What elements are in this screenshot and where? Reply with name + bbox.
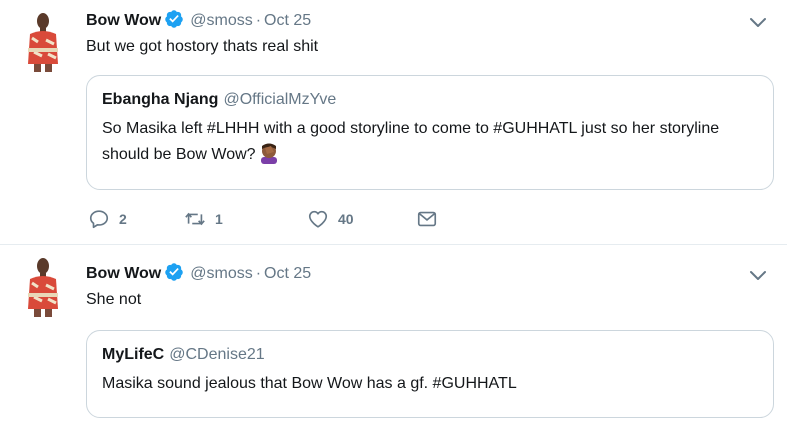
tweet[interactable]: Bow Wow @smoss · Oct 25 She not MyLifeC @CDe… — [0, 245, 787, 426]
retweet-button[interactable]: 1 — [184, 208, 223, 230]
separator-dot: · — [255, 12, 262, 29]
verified-badge-icon — [164, 9, 184, 29]
facepalm-emoji-icon — [258, 142, 280, 164]
tweet-date[interactable]: Oct 25 — [264, 12, 311, 29]
quoted-tweet-text: So Masika left #LHHH with a good storyli… — [102, 120, 720, 163]
tweet[interactable]: Bow Wow @smoss · Oct 25 But we got hostory … — [0, 0, 787, 245]
chevron-down-icon[interactable] — [747, 11, 769, 33]
tweet-actions: 2 1 40 — [88, 208, 488, 236]
retweet-count: 1 — [215, 211, 223, 227]
tweet-date[interactable]: Oct 25 — [264, 265, 311, 282]
user-handle[interactable]: @smoss — [190, 265, 252, 282]
avatar[interactable] — [20, 8, 66, 72]
reply-count: 2 — [119, 211, 127, 227]
separator-dot: · — [255, 265, 262, 282]
verified-badge-icon — [164, 262, 184, 282]
user-handle[interactable]: @smoss — [190, 12, 252, 29]
quoted-user-handle: @OfficialMzYve — [223, 91, 337, 108]
chevron-down-icon[interactable] — [747, 264, 769, 286]
envelope-icon — [417, 211, 437, 227]
avatar[interactable] — [20, 253, 66, 317]
direct-message-button[interactable] — [416, 208, 438, 230]
quoted-tweet[interactable]: MyLifeC @CDenise21 Masika sound jealous t… — [86, 330, 774, 418]
like-count: 40 — [338, 211, 354, 227]
quoted-user-handle: @CDenise21 — [169, 346, 265, 363]
heart-icon — [308, 210, 328, 228]
tweet-header: Bow Wow @smoss · Oct 25 — [86, 262, 311, 284]
like-button[interactable]: 40 — [307, 208, 354, 230]
quoted-tweet-text: Masika sound jealous that Bow Wow has a … — [102, 375, 517, 392]
reply-button[interactable]: 2 — [88, 208, 127, 230]
tweet-text: She not — [86, 291, 142, 308]
display-name[interactable]: Bow Wow — [86, 265, 161, 282]
quoted-display-name: MyLifeC — [102, 346, 165, 363]
quoted-display-name: Ebangha Njang — [102, 91, 219, 108]
display-name[interactable]: Bow Wow — [86, 12, 161, 29]
quoted-tweet[interactable]: Ebangha Njang @OfficialMzYve So Masika le… — [86, 75, 774, 190]
tweet-text: But we got hostory thats real shit — [86, 38, 319, 55]
quoted-tweet-text-wrap: So Masika left #LHHH with a good storyli… — [102, 116, 758, 168]
tweet-header: Bow Wow @smoss · Oct 25 — [86, 9, 311, 31]
retweet-icon — [185, 212, 205, 226]
reply-icon — [89, 210, 109, 229]
